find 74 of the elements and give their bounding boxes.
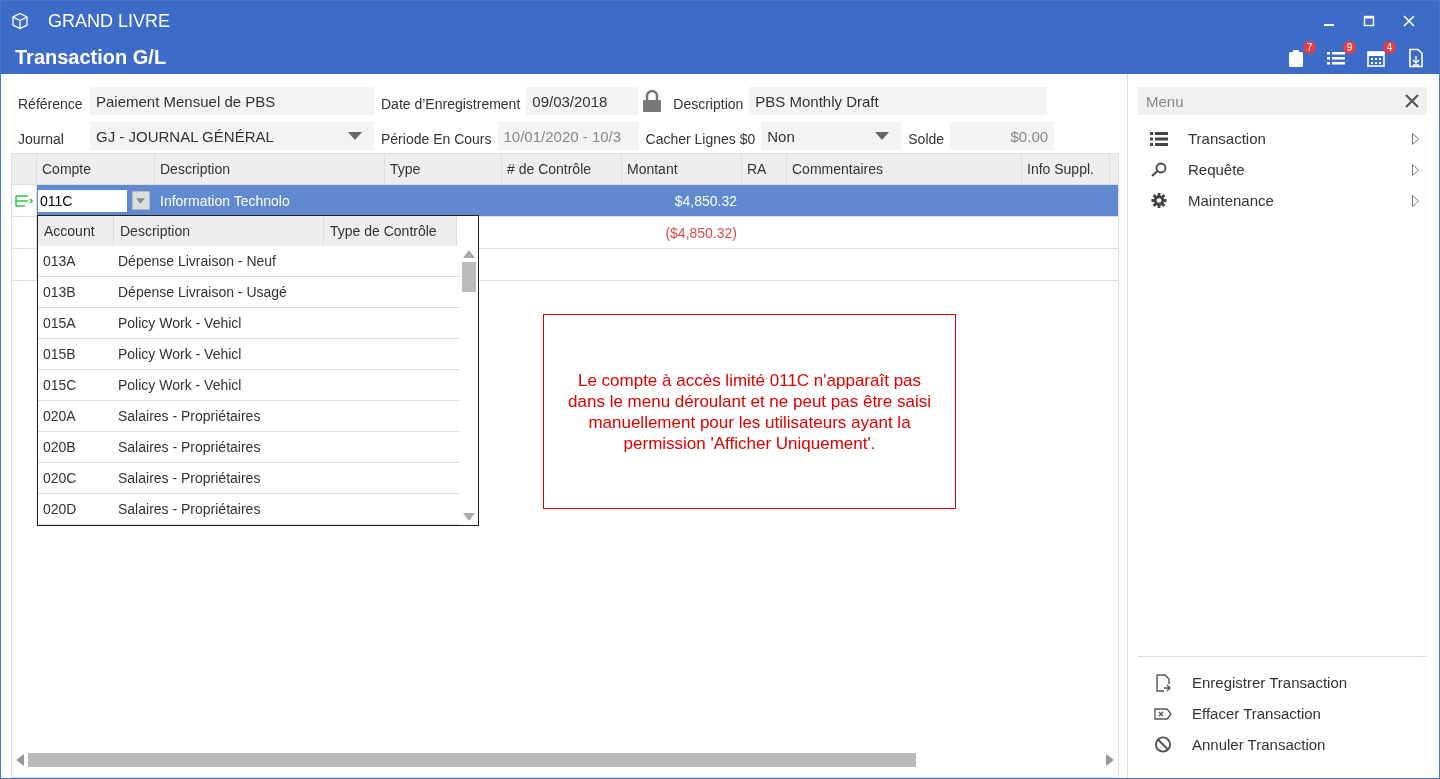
menu-item[interactable]: Maintenance: [1138, 185, 1427, 216]
prohibited-icon: [1154, 736, 1172, 753]
column-header[interactable]: RA: [742, 154, 787, 184]
column-header[interactable]: Type: [385, 154, 502, 184]
search-icon: [1150, 161, 1168, 178]
caret-icon: [348, 132, 362, 140]
action-link[interactable]: Effacer Transaction: [1138, 698, 1427, 729]
column-header[interactable]: Account: [38, 216, 114, 246]
caret-icon: [136, 197, 146, 204]
account-option[interactable]: 013A Dépense Livraison - Neuf: [38, 246, 460, 277]
field-label: Description: [673, 96, 744, 112]
chevron-right-icon: [1412, 132, 1419, 145]
account-input[interactable]: 011C: [38, 189, 127, 212]
dropdown-field[interactable]: GJ - JOURNAL GÉNÉRAL: [90, 122, 374, 150]
scroll-up-icon[interactable]: [463, 250, 475, 258]
dropdown-field[interactable]: Non: [761, 122, 902, 150]
text-field[interactable]: Paiement Mensuel de PBS: [90, 87, 374, 115]
column-header[interactable]: Commentaires: [787, 154, 1022, 184]
column-header[interactable]: Description: [114, 216, 324, 246]
column-header[interactable]: Type de Contrôle: [324, 216, 457, 246]
scroll-thumb[interactable]: [462, 262, 476, 292]
amount-cell: $4,850.32: [674, 192, 737, 209]
account-option[interactable]: 020B Salaires - Propriétaires: [38, 432, 460, 463]
column-header[interactable]: Info Suppl.: [1022, 154, 1110, 184]
account-option[interactable]: 020C Salaires - Propriétaires: [38, 463, 460, 494]
table-cell: Information Technolo: [160, 192, 290, 209]
dropdown-button[interactable]: [131, 191, 150, 210]
field-label: Période En Cours: [381, 131, 492, 147]
minimize-icon: [1324, 24, 1334, 26]
menu-title: Menu: [1146, 92, 1184, 110]
action-link[interactable]: Annuler Transaction: [1138, 729, 1427, 760]
cube-icon: [11, 12, 29, 30]
scroll-left-icon[interactable]: [16, 754, 24, 766]
text-field[interactable]: PBS Monthly Draft: [749, 87, 1048, 115]
field-label: Cacher Lignes $0: [645, 131, 756, 147]
list-icon: [1150, 130, 1168, 147]
horizontal-scrollbar[interactable]: [16, 752, 1114, 768]
menu-item[interactable]: Requête: [1138, 154, 1427, 185]
grid-row[interactable]: 011C Information Technolo $4,850.32: [12, 185, 1118, 217]
column-header[interactable]: # de Contrôle: [502, 154, 622, 184]
column-header[interactable]: Description: [155, 154, 385, 184]
field-label: Référence: [18, 96, 84, 112]
scroll-thumb[interactable]: [28, 753, 916, 767]
chevron-right-icon: [1412, 194, 1419, 207]
maximize-icon: [1363, 15, 1375, 27]
account-option[interactable]: 020A Salaires - Propriétaires: [38, 401, 460, 432]
text-field[interactable]: 09/03/2018: [526, 87, 639, 115]
account-option[interactable]: 015C Policy Work - Vehicl: [38, 370, 460, 401]
lock-icon: [642, 89, 663, 113]
caret-icon: [875, 132, 890, 140]
amount-cell: ($4,850.32): [665, 224, 737, 241]
account-option[interactable]: 015A Policy Work - Vehicl: [38, 308, 460, 339]
column-header[interactable]: Montant: [622, 154, 742, 184]
field-label: Solde: [908, 131, 945, 147]
edit-row-icon: [15, 193, 33, 208]
account-option[interactable]: 013B Dépense Livraison - Usagé: [38, 277, 460, 308]
close-icon[interactable]: [1405, 94, 1419, 108]
field-label: Date d’Enregistrement: [381, 96, 521, 112]
scroll-down-icon[interactable]: [463, 513, 475, 521]
clear-icon: [1154, 707, 1172, 720]
annotation-note: Le compte à accès limité 011C n'apparaît pas dans le menu déroulant et ne peut pas être saisi manuellement pour les utilisateurs ayant la permission 'Afficher Uniquement'.: [543, 314, 956, 509]
account-option[interactable]: 020D Salaires - Propriétaires: [38, 494, 460, 525]
scroll-right-icon[interactable]: [1106, 754, 1114, 766]
account-option[interactable]: 015B Policy Work - Vehicl: [38, 339, 460, 370]
menu-item[interactable]: Transaction: [1138, 123, 1427, 154]
action-link[interactable]: Enregistrer Transaction: [1138, 667, 1427, 698]
close-icon: [1403, 15, 1415, 27]
column-header[interactable]: Compte: [37, 154, 155, 184]
page-title: Transaction G/L: [15, 46, 167, 69]
window-title: GRAND LIVRE: [48, 10, 171, 32]
document-arrow-icon: [1154, 673, 1172, 692]
chevron-right-icon: [1412, 163, 1419, 176]
field-label: Journal: [18, 131, 65, 147]
settings-icon: [1150, 192, 1168, 209]
